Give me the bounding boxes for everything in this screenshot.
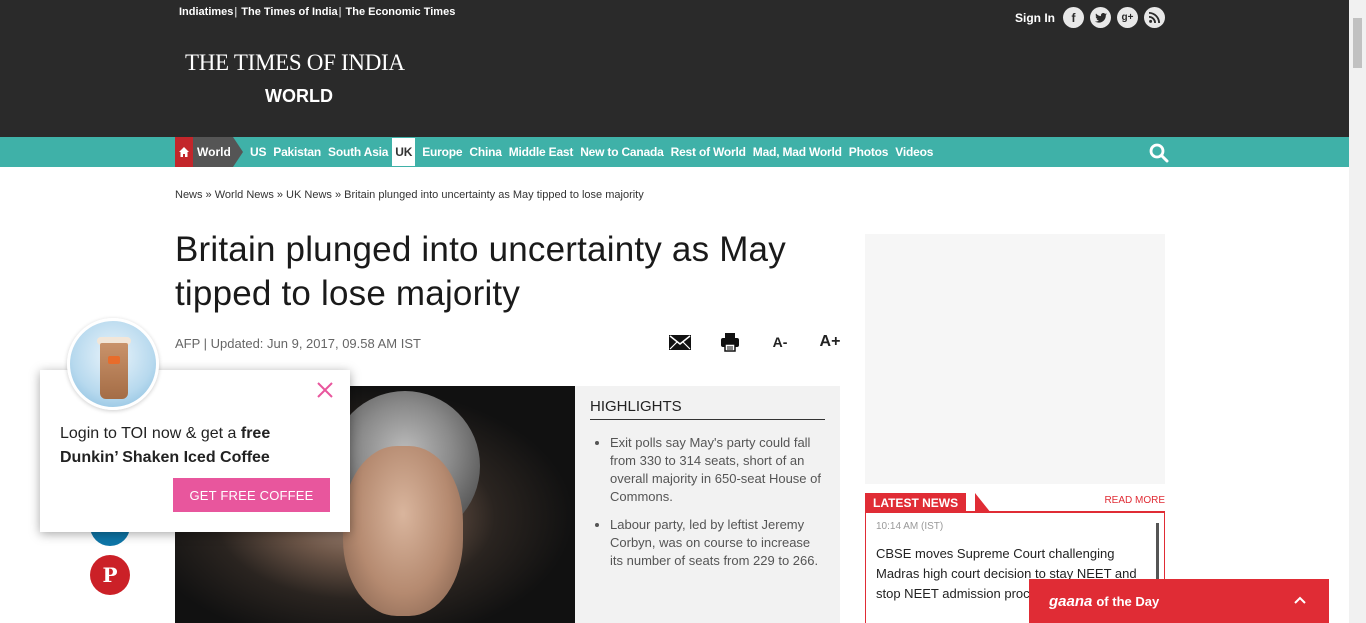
nav-item-new-to-canada[interactable]: New to Canada	[580, 145, 664, 159]
top-link-toi[interactable]: The Times of India	[241, 6, 337, 18]
highlight-item: Exit polls say May's party could fall fr…	[610, 434, 825, 506]
facebook-icon[interactable]: f	[1063, 7, 1084, 28]
nav-item-uk[interactable]: UK	[392, 138, 416, 166]
read-more-link[interactable]: READ MORE	[1104, 495, 1165, 506]
nav-item-mad-mad-world[interactable]: Mad, Mad World	[753, 145, 842, 159]
close-icon[interactable]	[315, 380, 335, 400]
nav-item-middle-east[interactable]: Middle East	[509, 145, 574, 159]
highlights-box: HIGHLIGHTS Exit polls say May's party co…	[575, 386, 840, 623]
nav-item-europe[interactable]: Europe	[422, 145, 462, 159]
nav-item-south-asia[interactable]: South Asia	[328, 145, 388, 159]
latest-news-time: 10:14 AM (IST)	[876, 521, 944, 532]
promo-text: Login to TOI now & get a free Dunkin’ Sh…	[60, 425, 271, 466]
nav-world-arrow	[233, 137, 243, 167]
gaana-label: of the Day	[1096, 593, 1160, 609]
coffee-promo-image	[67, 318, 159, 410]
top-link-indiatimes[interactable]: Indiatimes	[179, 6, 233, 18]
search-icon[interactable]	[1149, 143, 1169, 163]
rss-icon[interactable]	[1144, 7, 1165, 28]
font-increase-button[interactable]: A+	[805, 330, 855, 354]
sign-in-area: Sign In f g+	[1015, 7, 1165, 28]
article-tools: A- A+	[655, 330, 855, 354]
nav-world[interactable]: World	[193, 137, 233, 167]
article-headline: Britain plunged into uncertainty as May …	[175, 230, 786, 313]
highlights-list: Exit polls say May's party could fall fr…	[590, 434, 825, 570]
latest-news-header: LATEST NEWS READ MORE	[865, 493, 1165, 513]
google-plus-icon[interactable]: g+	[1117, 7, 1138, 28]
breadcrumb[interactable]: News » World News » UK News » Britain pl…	[175, 189, 644, 201]
gaana-song-of-day-bar[interactable]: gaana of the Day	[1029, 579, 1329, 623]
nav-item-us[interactable]: US	[250, 145, 266, 159]
top-link-et[interactable]: The Economic Times	[346, 6, 456, 18]
nav-item-china[interactable]: China	[469, 145, 502, 159]
site-header: Indiatimes | The Times of India | The Econ…	[0, 0, 1349, 137]
top-links: Indiatimes | The Times of India | The Econ…	[179, 6, 456, 18]
nav-item-photos[interactable]: Photos	[849, 145, 889, 159]
site-logo[interactable]: THE TIMES OF INDIA	[185, 50, 405, 76]
home-icon[interactable]	[175, 137, 193, 167]
twitter-icon[interactable]	[1090, 7, 1111, 28]
ad-placeholder	[865, 234, 1165, 484]
nav-item-rest-of-world[interactable]: Rest of World	[671, 145, 746, 159]
gaana-logo: gaana	[1049, 592, 1093, 610]
chevron-up-icon[interactable]	[1293, 593, 1307, 607]
print-icon[interactable]	[705, 330, 755, 354]
sign-in-link[interactable]: Sign In	[1015, 11, 1055, 25]
scrollbar-thumb[interactable]	[1353, 18, 1362, 68]
page: Indiatimes | The Times of India | The Econ…	[0, 0, 1366, 623]
section-title: WORLD	[265, 86, 333, 106]
email-icon[interactable]	[655, 330, 705, 354]
latest-news-title: LATEST NEWS	[865, 493, 967, 513]
pinterest-share-button[interactable]: P	[90, 555, 130, 595]
latest-news-scrollbar[interactable]	[1156, 523, 1159, 583]
get-free-coffee-button[interactable]: GET FREE COFFEE	[173, 478, 330, 512]
main-nav: World US Pakistan South Asia UK Europe C…	[0, 137, 1349, 167]
highlights-title: HIGHLIGHTS	[590, 398, 825, 420]
highlight-item: Labour party, led by leftist Jeremy Corb…	[610, 516, 825, 570]
nav-items: US Pakistan South Asia UK Europe China M…	[250, 137, 940, 167]
page-scrollbar[interactable]	[1349, 0, 1366, 623]
nav-item-videos[interactable]: Videos	[895, 145, 933, 159]
article-byline: AFP | Updated: Jun 9, 2017, 09.58 AM IST	[175, 336, 421, 351]
nav-item-pakistan[interactable]: Pakistan	[273, 145, 321, 159]
font-decrease-button[interactable]: A-	[755, 330, 805, 354]
